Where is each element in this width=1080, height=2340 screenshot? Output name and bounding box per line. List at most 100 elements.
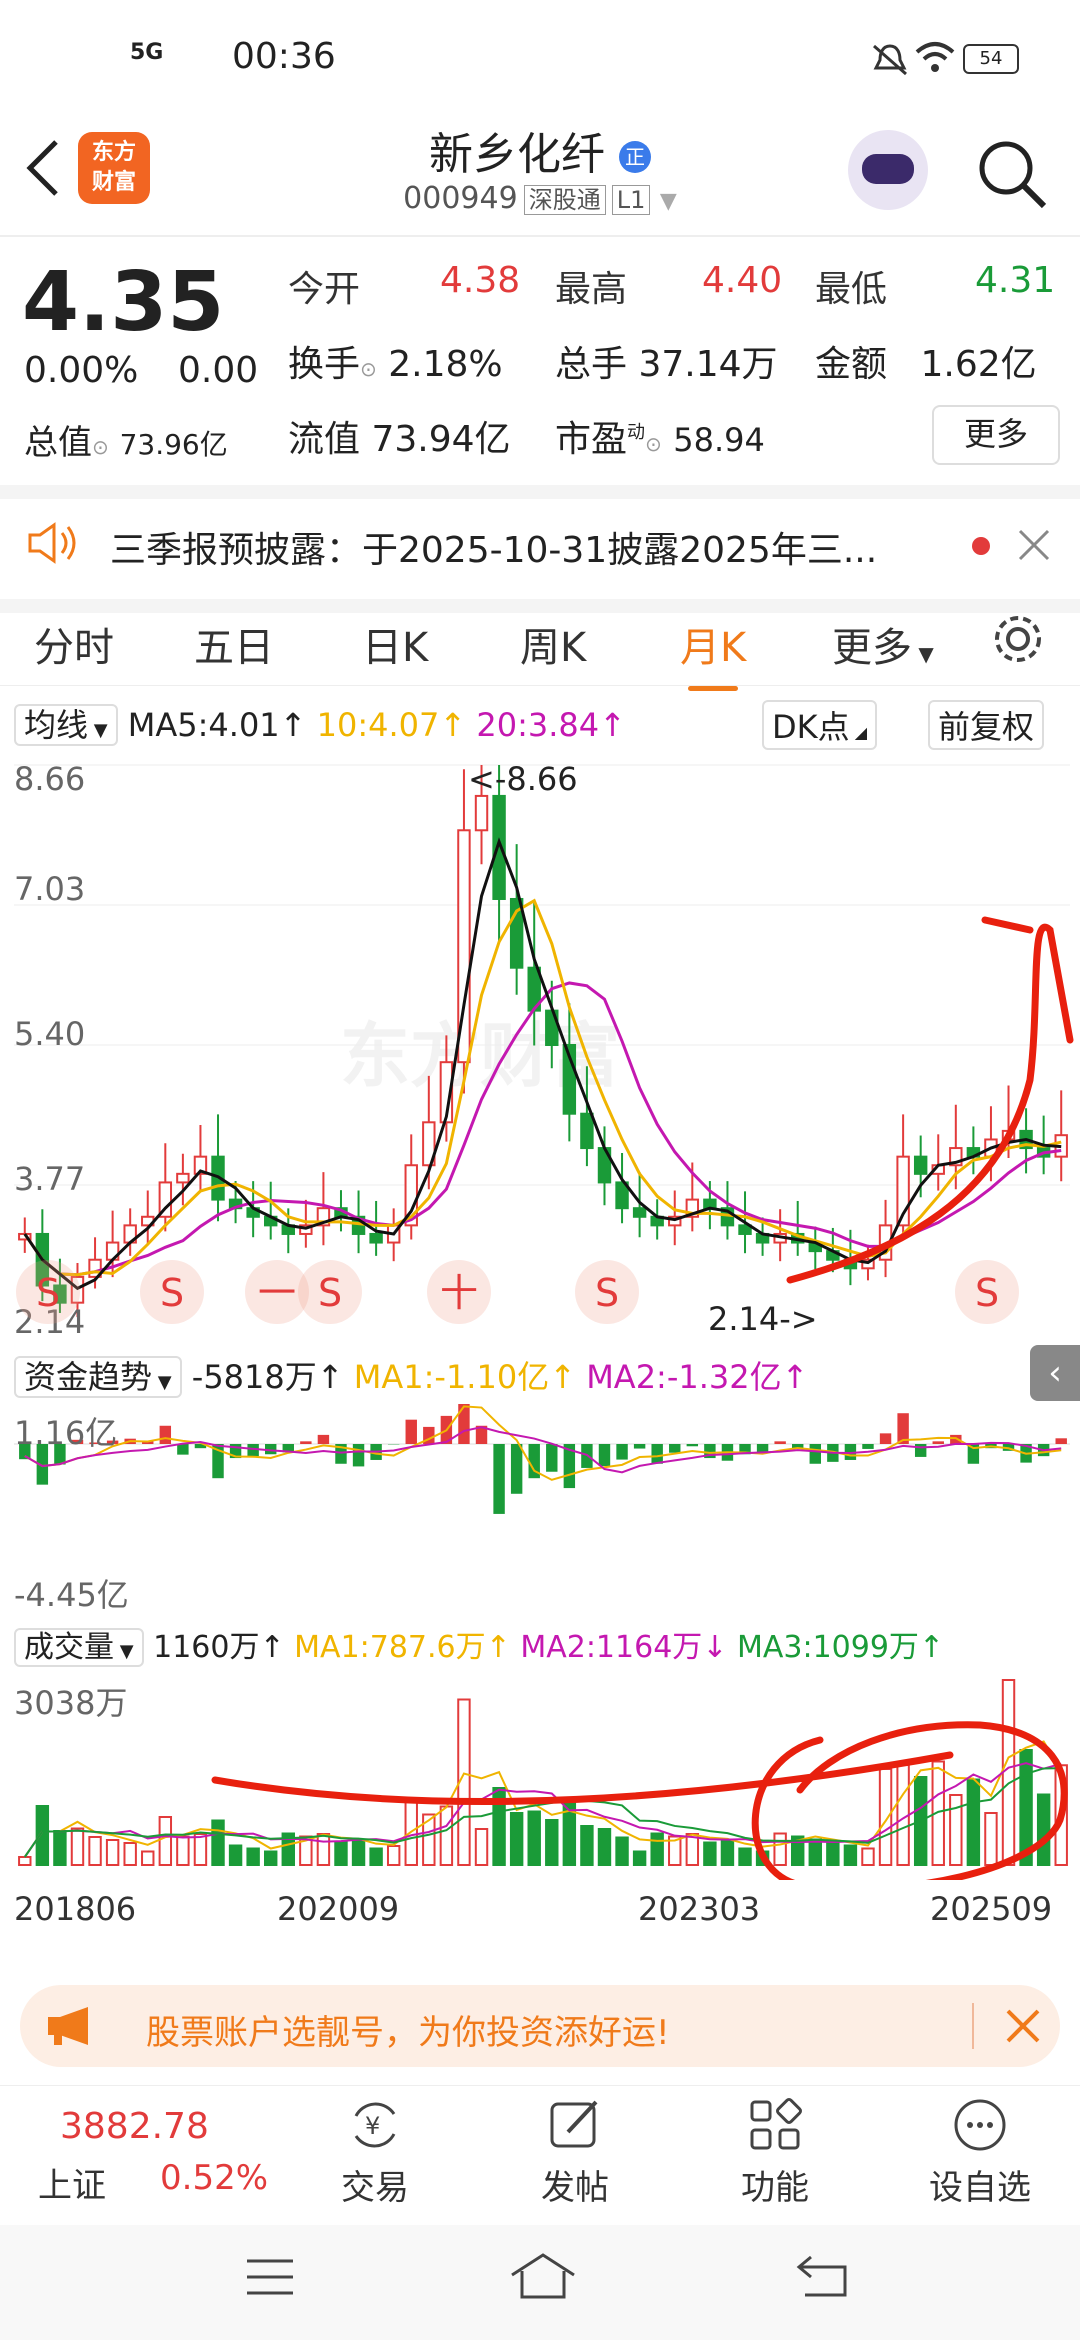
yuan-trade-icon: ¥ bbox=[354, 2102, 396, 2148]
signal-marker: S bbox=[575, 1260, 639, 1324]
wifi-icon bbox=[915, 42, 955, 72]
float-market-value: 流值 73.94亿 bbox=[288, 419, 511, 460]
fund-bar bbox=[616, 1444, 628, 1460]
edit-post-icon bbox=[550, 2100, 598, 2148]
tab-weekly-k[interactable]: 周K bbox=[520, 615, 586, 673]
notice-bar[interactable]: 三季报预披露：于2025-10-31披露2025年三... bbox=[0, 485, 1080, 613]
index-name[interactable]: 上证 bbox=[38, 2158, 106, 2207]
volume-bar bbox=[439, 1805, 454, 1866]
volume-bar bbox=[141, 1850, 155, 1866]
speaker-icon bbox=[28, 522, 76, 564]
date-label-4: 202509 bbox=[930, 1890, 1053, 1928]
network-indicator: 5G bbox=[130, 40, 164, 65]
volume-ma3: MA3:1099万↑ bbox=[736, 1630, 945, 1665]
tab-more[interactable]: 更多 ▼ bbox=[832, 615, 934, 673]
volume-bar bbox=[808, 1838, 822, 1866]
volume-bar bbox=[18, 1856, 32, 1866]
index-value[interactable]: 3882.78 bbox=[60, 2106, 209, 2147]
fund-bar bbox=[546, 1444, 558, 1472]
grid-apps-icon bbox=[750, 2098, 802, 2150]
fund-bar bbox=[651, 1444, 663, 1464]
current-price: 4.35 bbox=[22, 255, 225, 350]
volume: 总手 37.14万 bbox=[555, 344, 778, 385]
signal-marker: 十 bbox=[427, 1260, 491, 1324]
fund-bar bbox=[317, 1434, 330, 1444]
fund-bar bbox=[879, 1433, 892, 1444]
tab-five-day[interactable]: 五日 bbox=[194, 615, 274, 673]
kline-axis-max: 8.66 bbox=[14, 760, 86, 798]
volume-bar bbox=[351, 1839, 366, 1866]
signal-marker: S bbox=[140, 1260, 204, 1324]
ad-banner[interactable]: 股票账户选靓号，为你投资添好运! bbox=[20, 1985, 1060, 2067]
volume-bar bbox=[105, 1839, 120, 1866]
candle bbox=[632, 1207, 647, 1218]
volume-bar bbox=[1001, 1679, 1016, 1866]
fund-bar bbox=[159, 1425, 172, 1444]
unread-dot bbox=[972, 537, 990, 555]
search-icon[interactable] bbox=[972, 134, 1052, 214]
turnover: 换手⊙ 2.18% bbox=[288, 344, 503, 385]
menu-icon[interactable] bbox=[245, 2255, 295, 2299]
tab-monthly-k[interactable]: 月K bbox=[680, 615, 746, 691]
fund-axis-min: -4.45亿 bbox=[14, 1576, 129, 1614]
fund-bar bbox=[1055, 1438, 1067, 1444]
ma-selector-button[interactable]: 均线 ▼ bbox=[14, 704, 118, 746]
volume-bar bbox=[580, 1825, 594, 1866]
dk-point-button[interactable]: DK点 ◢ bbox=[762, 700, 878, 750]
candle bbox=[492, 794, 506, 900]
volume-bar bbox=[176, 1835, 190, 1866]
volume-bar bbox=[158, 1816, 173, 1866]
more-quote-button[interactable]: 更多 bbox=[932, 405, 1060, 465]
ad-close-icon[interactable] bbox=[1004, 2007, 1042, 2045]
fund-flow-chart[interactable] bbox=[0, 1400, 1080, 1610]
fund-bar bbox=[300, 1441, 312, 1444]
nav-add-watchlist[interactable]: 设自选 bbox=[920, 2096, 1040, 2209]
volume-bar bbox=[264, 1850, 278, 1866]
collapse-arrow-icon[interactable]: ‹ bbox=[1030, 1345, 1080, 1401]
tab-intraday[interactable]: 分时 bbox=[34, 615, 114, 673]
volume-bar bbox=[369, 1847, 383, 1866]
adjust-mode-button[interactable]: 前复权 bbox=[928, 700, 1045, 750]
fund-selector-button[interactable]: 资金趋势 ▼ bbox=[14, 1356, 182, 1398]
settings-gear-icon[interactable] bbox=[990, 611, 1046, 667]
certified-badge: 正 bbox=[619, 141, 651, 173]
kline-chart[interactable]: 东方财富 <-8.66 2.14-> bbox=[0, 750, 1080, 1340]
robot-avatar-icon[interactable] bbox=[848, 130, 928, 210]
open-value: 4.38 bbox=[440, 260, 521, 301]
volume-bar bbox=[527, 1810, 541, 1866]
date-label-2: 202009 bbox=[277, 1890, 400, 1928]
fund-bar bbox=[669, 1444, 681, 1453]
nav-trade[interactable]: ¥ 交易 bbox=[315, 2096, 435, 2209]
battery-icon: 54 bbox=[963, 44, 1019, 74]
date-label-1: 201806 bbox=[14, 1890, 137, 1928]
volume-selector-button[interactable]: 成交量 ▼ bbox=[14, 1628, 144, 1667]
divider bbox=[972, 2003, 974, 2049]
fund-bar bbox=[932, 1441, 944, 1444]
fund-value: -5818万↑ bbox=[191, 1358, 344, 1396]
index-change[interactable]: 0.52% bbox=[160, 2158, 268, 2198]
period-tabs: 分时 五日 日K 周K 月K 更多 ▼ bbox=[0, 595, 1080, 691]
volume-bar bbox=[35, 1805, 50, 1866]
candle bbox=[580, 1112, 594, 1150]
tab-daily-k[interactable]: 日K bbox=[362, 615, 428, 673]
nav-functions[interactable]: 功能 bbox=[715, 2096, 835, 2209]
home-icon[interactable] bbox=[508, 2251, 578, 2301]
volume-bar bbox=[949, 1794, 963, 1866]
fund-bar bbox=[862, 1444, 874, 1449]
kline-axis-3: 5.40 bbox=[14, 1015, 86, 1053]
change-amount: 0.00 bbox=[178, 350, 259, 391]
volume-chart[interactable] bbox=[0, 1670, 1080, 1880]
fund-bar bbox=[510, 1444, 523, 1494]
ad-text: 股票账户选靓号，为你投资添好运! bbox=[146, 2013, 670, 2053]
volume-bar bbox=[773, 1832, 787, 1866]
nav-post[interactable]: 发帖 bbox=[515, 2096, 635, 2209]
back-icon[interactable] bbox=[795, 2253, 851, 2299]
market-tag: 深股通 bbox=[523, 185, 606, 215]
fund-bar bbox=[756, 1444, 769, 1453]
close-icon[interactable] bbox=[1016, 527, 1052, 563]
high-value: 4.40 bbox=[702, 260, 783, 301]
volume-bar bbox=[826, 1841, 840, 1866]
bottom-nav: 3882.78 上证 0.52% ¥ 交易 发帖 功能 设自选 bbox=[0, 2085, 1080, 2226]
fund-bar bbox=[405, 1419, 417, 1444]
fund-ma2: MA2:-1.32亿↑ bbox=[586, 1358, 809, 1396]
